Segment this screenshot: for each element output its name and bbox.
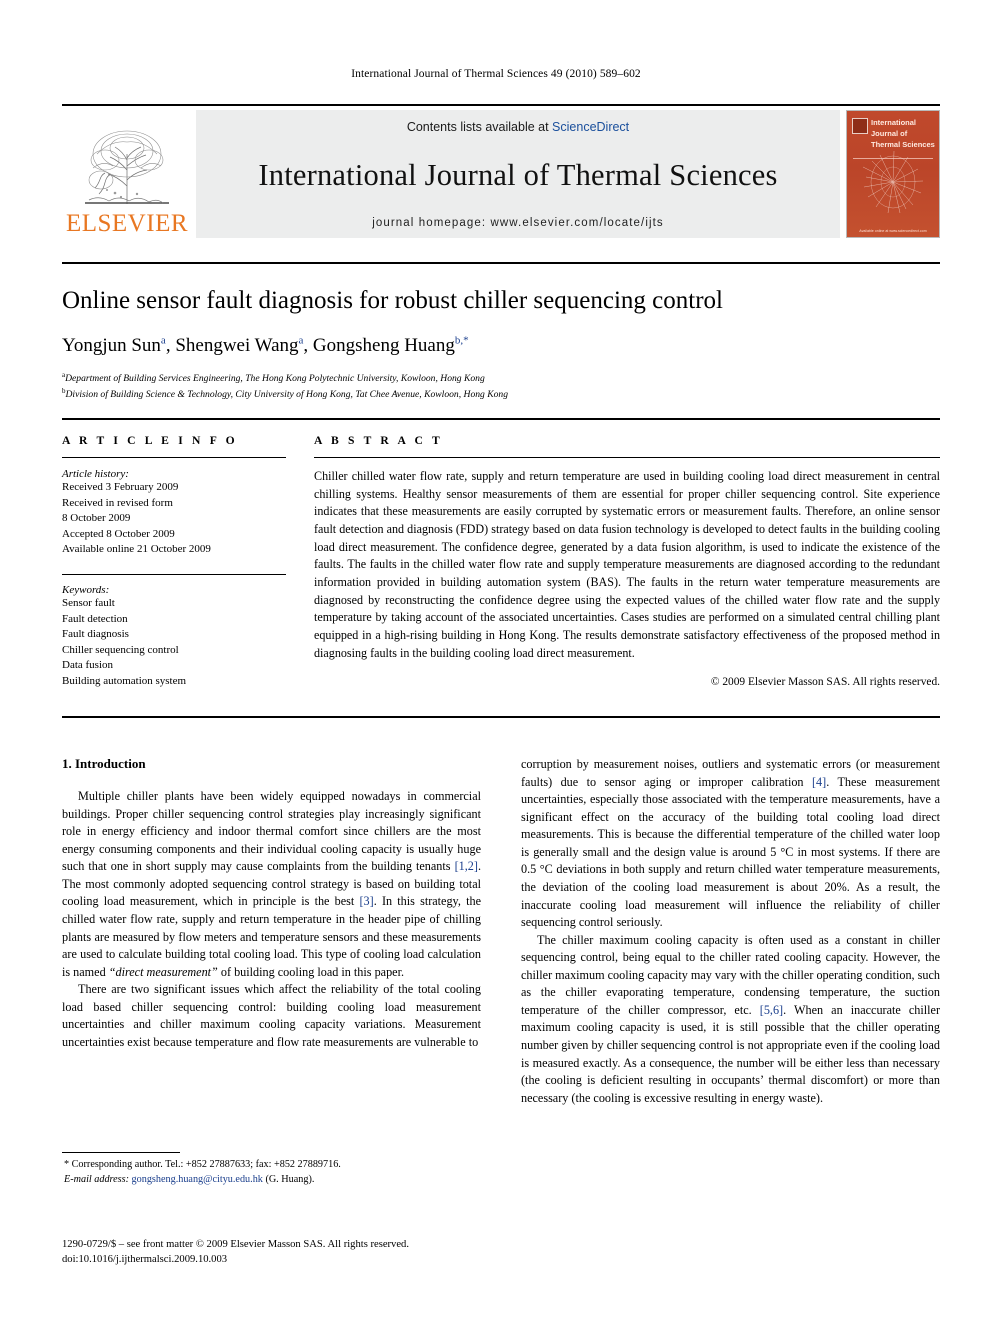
paragraph: The chiller maximum cooling capacity is … [521,932,940,1108]
article-history-item: Accepted 8 October 2009 [62,527,175,540]
abstract-heading: A B S T R A C T [314,434,443,447]
email-note: E-mail address: gongsheng.huang@cityu.ed… [62,1173,481,1188]
copyright-line: © 2009 Elsevier Masson SAS. All rights r… [710,676,940,689]
keyword-item: Fault detection [62,612,128,625]
elsevier-tree-icon [77,124,177,210]
title-block: Online sensor fault diagnosis for robust… [62,262,940,402]
journal-masthead: ELSEVIER Contents lists available at Sci… [62,104,940,238]
keywords-rule [62,574,286,576]
author-list: Yongjun Suna, Shengwei Wanga, Gongsheng … [62,334,940,358]
abstract-column: A B S T R A C T Chiller chilled water fl… [314,434,940,690]
body-region: 1. Introduction Multiple chiller plants … [62,716,940,1107]
citation-ref[interactable]: [5,6] [760,1003,783,1017]
sciencedirect-link[interactable]: ScienceDirect [552,120,629,134]
paragraph-text: of building cooling load in this paper. [217,964,405,979]
contents-lists-line: Contents lists available at ScienceDirec… [407,120,629,134]
article-history-item: Received 3 February 2009 [62,481,179,493]
author-affil-mark: b,* [454,334,469,347]
citation-ref[interactable]: [1,2] [455,859,478,873]
article-history-item: 8 October 2009 [62,512,131,525]
paragraph: Multiple chiller plants have been widely… [62,788,481,981]
corresponding-author-note: * Corresponding author. Tel.: +852 27887… [64,1159,341,1170]
article-history-item: Received in revised form [62,496,173,509]
author-separator: , [165,335,176,356]
email-label: E-mail address: [64,1173,129,1185]
paragraph-text: Multiple chiller plants have been widely… [62,789,481,874]
affiliation-line: bDivision of Building Science & Technolo… [62,386,940,402]
article-info-heading: A R T I C L E I N F O [62,434,238,447]
cover-footer-text: Available online at www.sciencedirect.co… [859,229,927,233]
body-right-column: corruption by measurement noises, outlie… [521,756,940,1107]
keyword-item: Building automation system [62,675,187,688]
article-info-column: A R T I C L E I N F O Article history: R… [62,434,314,690]
email-link[interactable]: gongsheng.huang@cityu.edu.hk [132,1174,263,1185]
abstract-text: Chiller chilled water flow rate, supply … [314,469,940,660]
info-abstract-region: A R T I C L E I N F O Article history: R… [62,418,940,690]
doi-line[interactable]: doi:10.1016/j.ijthermalsci.2009.10.003 [62,1252,562,1267]
footnote-block: * Corresponding author. Tel.: +852 27887… [62,1152,481,1188]
citation-ref[interactable]: [4] [812,775,826,789]
affiliation-text: Department of Building Services Engineer… [65,372,485,384]
running-head: International Journal of Thermal Science… [351,68,641,80]
author-separator: , [303,335,313,356]
email-suffix: (G. Huang). [262,1173,315,1185]
keyword-item: Data fusion [62,659,114,672]
cover-publisher-mark-icon [852,118,868,134]
keyword-item: Sensor fault [62,597,115,610]
contents-lists-prefix: Contents lists available at [406,120,553,134]
keyword-item: Fault diagnosis [62,628,129,641]
journal-cover-thumbnail: International Journal of Thermal Science… [846,110,940,238]
paragraph: There are two significant issues which a… [62,982,481,1049]
masthead-banner: Contents lists available at ScienceDirec… [196,110,840,238]
article-history-label: Article history: [62,468,129,480]
abstract-rule [314,457,940,458]
issn-copyright-block: 1290-0729/$ – see front matter © 2009 El… [62,1237,562,1268]
article-history-item: Available online 21 October 2009 [62,543,211,556]
affiliation-line: aDepartment of Building Services Enginee… [62,370,940,386]
article-info-rule [62,457,286,458]
journal-homepage-line[interactable]: journal homepage: www.elsevier.com/locat… [372,217,664,229]
front-matter-line: 1290-0729/$ – see front matter © 2009 El… [62,1239,409,1250]
cover-burst-graphic [862,150,924,213]
affiliation-text: Division of Building Science & Technolog… [65,389,509,401]
author-name: Shengwei Wang [175,335,299,356]
paragraph-text: . When an inaccurate chiller maximum coo… [521,1002,941,1105]
author-name: Yongjun Sun [62,335,161,356]
paper-page: International Journal of Thermal Science… [0,0,992,1323]
paragraph: corruption by measurement noises, outlie… [521,756,940,932]
journal-title: International Journal of Thermal Science… [258,157,778,192]
keywords-label: Keywords: [62,584,110,597]
author-name: Gongsheng Huang [312,335,455,356]
elsevier-wordmark: ELSEVIER [65,210,189,237]
footnote-rule [62,1152,180,1153]
paragraph-text: . These measurement uncertainties, espec… [521,774,940,930]
citation-ref[interactable]: [3] [359,894,373,908]
body-left-column: 1. Introduction Multiple chiller plants … [62,756,481,1107]
paragraph-emphasis: “direct measurement” [108,964,218,979]
page-title: Online sensor fault diagnosis for robust… [62,287,723,314]
keyword-item: Chiller sequencing control [62,643,179,656]
elsevier-logo: ELSEVIER [62,110,192,238]
section-heading-introduction: 1. Introduction [62,756,146,771]
